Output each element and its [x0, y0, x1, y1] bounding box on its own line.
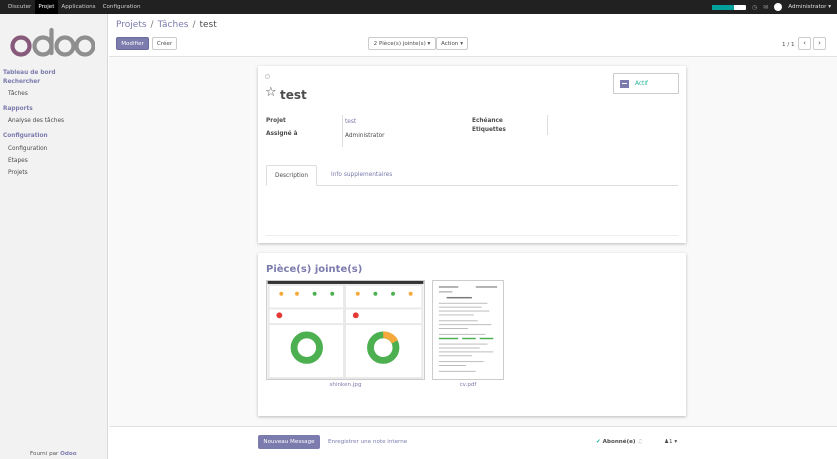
- sidebar-group-configuration: Configuration: [3, 133, 48, 139]
- sidebar-item-projets[interactable]: Projets: [8, 170, 28, 176]
- create-button[interactable]: Créer: [152, 37, 177, 50]
- sidebar-group-rapports: Rapports: [3, 106, 33, 112]
- powered-by-prefix: Fourni par: [30, 451, 59, 457]
- task-title: test: [280, 88, 307, 102]
- new-message-button[interactable]: Nouveau Message: [258, 435, 320, 449]
- pager-value: 1 / 1: [782, 42, 795, 48]
- breadcrumb-current: test: [199, 20, 217, 30]
- field-label-deadline: Echéance: [472, 118, 503, 124]
- logo-text: odoo: [9, 26, 12, 27]
- followed-label: Abonné(e): [602, 439, 636, 445]
- chevron-down-icon: ▾: [828, 4, 831, 10]
- attachment-name-cv[interactable]: cv.pdf: [432, 382, 504, 388]
- sidebar-item-taches[interactable]: Tâches: [8, 91, 28, 97]
- archive-icon: [620, 80, 629, 88]
- action-dropdown[interactable]: Action ▾: [436, 37, 468, 50]
- form-sheet: ☆ test Actif Projet test Assigné à Admin…: [258, 66, 686, 243]
- field-divider: [342, 115, 343, 147]
- pager-previous-button[interactable]: ‹: [798, 37, 811, 50]
- top-navbar: Discuter Projet Applications Configurati…: [0, 0, 837, 14]
- chevron-down-icon: ▾: [674, 439, 678, 445]
- active-toggle-button[interactable]: Actif: [613, 73, 679, 94]
- powered-by-link[interactable]: Odoo: [60, 451, 76, 457]
- sidebar-group-rechercher: Rechercher: [3, 79, 41, 85]
- clock-icon[interactable]: ◷: [752, 4, 757, 11]
- avatar[interactable]: [774, 3, 783, 11]
- tab-description[interactable]: Description: [266, 165, 318, 186]
- progress-bar[interactable]: [711, 4, 746, 10]
- sidebar-item-etapes[interactable]: Etapes: [8, 158, 28, 164]
- description-field[interactable]: [266, 235, 678, 236]
- user-menu[interactable]: Administrator ▾: [788, 4, 831, 10]
- attachment-thumbnail-shinken[interactable]: [266, 280, 425, 380]
- sidebar-group-tableau-de-bord[interactable]: Tableau de bord: [3, 70, 55, 76]
- chatter-bar: Nouveau Message Enregistrer une note int…: [109, 426, 837, 459]
- attachment-thumbnail-cv[interactable]: [432, 280, 504, 380]
- sidebar: odoo Tableau de bord Rechercher Tâches R…: [0, 14, 108, 459]
- followers-dropdown[interactable]: ♟1 ▾: [664, 439, 677, 445]
- field-value-assigned[interactable]: Administrator: [345, 133, 385, 139]
- priority-dot-icon[interactable]: [265, 74, 270, 79]
- field-label-project: Projet: [266, 118, 286, 124]
- progress-bar-fill: [711, 4, 735, 10]
- breadcrumb: Projets / Tâches / test: [116, 20, 217, 30]
- breadcrumb-projets[interactable]: Projets: [116, 20, 147, 30]
- top-menu: Discuter Projet Applications Configurati…: [0, 0, 144, 14]
- top-menu-applications[interactable]: Applications: [58, 0, 99, 14]
- top-menu-configuration[interactable]: Configuration: [99, 0, 144, 14]
- breadcrumb-separator: /: [150, 20, 154, 30]
- odoo-logo[interactable]: odoo: [9, 26, 95, 60]
- followers-count: 1: [669, 439, 673, 445]
- notebook-tabs: Description Info supplementaires: [266, 165, 678, 186]
- star-icon[interactable]: ☆: [265, 85, 277, 100]
- field-label-tags: Etiquettes: [472, 127, 506, 133]
- attachment-name-shinken[interactable]: shinken.jpg: [266, 382, 425, 388]
- log-note-button[interactable]: Enregistrer une note interne: [328, 439, 407, 445]
- tab-info-supplementaires[interactable]: Info supplementaires: [323, 165, 400, 186]
- top-menu-projet[interactable]: Projet: [34, 0, 58, 14]
- chevron-right-icon: ›: [818, 39, 821, 47]
- sidebar-item-analyse-des-taches[interactable]: Analyse des tâches: [8, 118, 64, 124]
- powered-by: Fourni par Odoo: [30, 451, 77, 457]
- chat-bubbles-icon[interactable]: ✉: [763, 4, 768, 11]
- username: Administrator: [788, 4, 827, 10]
- chevron-left-icon: ‹: [803, 39, 806, 47]
- breadcrumb-taches[interactable]: Tâches: [158, 20, 189, 30]
- active-status-label: Actif: [635, 81, 648, 87]
- attachments-sheet: Pièce(s) jointe(s) shinken.jpg cv.pdf: [258, 253, 686, 416]
- field-label-assigned: Assigné à: [266, 131, 298, 137]
- top-menu-discuter[interactable]: Discuter: [0, 0, 35, 14]
- followed-button[interactable]: ✔ Abonné(e) ♫: [596, 439, 642, 445]
- pager-next-button[interactable]: ›: [813, 37, 826, 50]
- attachments-title: Pièce(s) jointe(s): [266, 264, 363, 275]
- checkmark-icon: ✔: [596, 439, 601, 445]
- breadcrumb-separator: /: [192, 20, 196, 30]
- bell-icon[interactable]: ♫: [637, 439, 642, 445]
- edit-button[interactable]: Modifier: [116, 37, 149, 50]
- field-divider: [547, 115, 548, 135]
- sidebar-item-configuration[interactable]: Configuration: [8, 146, 47, 152]
- top-right-systray: ◷ ✉ Administrator ▾: [711, 0, 831, 14]
- attachments-dropdown[interactable]: 2 Pièce(s) jointe(s) ▾: [368, 37, 436, 50]
- field-value-project[interactable]: test: [345, 119, 356, 125]
